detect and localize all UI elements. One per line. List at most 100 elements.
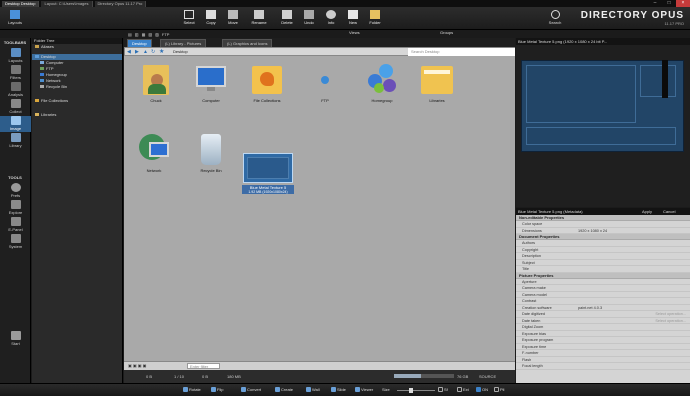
tree-item-libraries[interactable]: Libraries [32, 112, 122, 118]
view-icon[interactable]: ▥ [135, 32, 139, 37]
search-button[interactable]: Search [543, 9, 567, 28]
meta-key: Flash [522, 357, 532, 362]
meta-value[interactable] [578, 279, 690, 285]
pil-toggle[interactable]: Pil [494, 387, 504, 393]
undo-button[interactable]: Undo [298, 9, 320, 28]
meta-value[interactable] [578, 357, 690, 363]
meta-value[interactable]: Select operation... [578, 311, 690, 317]
new-button[interactable]: New [342, 9, 364, 28]
rename-button[interactable]: Rename [248, 9, 270, 28]
groups-button[interactable]: Groups [440, 30, 453, 38]
ext-toggle[interactable]: Ext [457, 387, 469, 393]
layouts-button[interactable]: Layouts [2, 9, 28, 28]
status-selected: 0 B [202, 374, 209, 379]
meta-value[interactable] [578, 344, 690, 350]
window-tab[interactable]: Desktop Desktop [2, 0, 40, 7]
delete-button[interactable]: Delete [276, 9, 298, 28]
slider-handle[interactable] [409, 388, 413, 393]
wallpaper-icon [306, 387, 311, 393]
wallpaper-button[interactable]: Wall [306, 387, 320, 393]
meta-value: 1920 x 1080 x 24 [578, 228, 608, 233]
info-button[interactable]: Info [320, 9, 342, 28]
sidebar-item-collect[interactable]: Collect [0, 99, 31, 115]
window-tab[interactable]: Directory Opus 11.17 Pro [94, 0, 147, 7]
sidebar-item-analysis[interactable]: Analysis [0, 82, 31, 98]
meta-value[interactable] [578, 285, 690, 291]
star-icon[interactable]: ★ [159, 48, 164, 55]
image-toolbar: Rotate Flip Convert Create Wall Slide Vi… [0, 383, 690, 396]
sidebar-item-filters[interactable]: Filters [0, 65, 31, 81]
flip-button[interactable]: Flip [211, 387, 223, 393]
meta-value[interactable] [578, 253, 690, 259]
create-button[interactable]: Create [275, 387, 293, 393]
sidebar-item-library[interactable]: Library [0, 133, 31, 149]
tab-desktop[interactable]: Desktop [127, 39, 152, 47]
file-item[interactable]: Computer [186, 62, 236, 103]
move-button[interactable]: Move [222, 9, 244, 28]
views-button[interactable]: Views [349, 30, 360, 38]
file-name: Network [146, 168, 162, 173]
filter-input[interactable]: Enter filter [187, 363, 220, 369]
meta-value[interactable] [578, 247, 690, 253]
file-item[interactable]: File Collections [242, 62, 292, 103]
file-item[interactable]: Homegroup [357, 62, 407, 103]
meta-value[interactable] [578, 363, 690, 369]
sidebar-item-image[interactable]: Image [0, 116, 31, 132]
file-item[interactable]: Blue Metal Texture 5 1.92 MB (1920x1080x… [242, 153, 294, 194]
meta-value[interactable]: Select operation... [578, 318, 690, 324]
meta-value[interactable] [578, 266, 690, 272]
meta-value[interactable] [578, 298, 690, 304]
sidebar-item-prefs[interactable]: Prefs [0, 183, 31, 199]
meta-value[interactable]: paint.net 4.0.3 [578, 305, 690, 311]
tab-library-pictures[interactable]: (L) Library - Pictures [160, 39, 207, 47]
select-button[interactable]: Select [178, 9, 200, 28]
up-icon[interactable]: ▲ [143, 49, 148, 55]
window-tab[interactable]: Layout: C:\Users\Images [41, 0, 93, 7]
sidebar-item-explore[interactable]: Explore [0, 200, 31, 216]
forward-icon[interactable]: ▶ [135, 49, 139, 55]
back-icon[interactable]: ◀ [127, 49, 131, 55]
refresh-icon[interactable]: ↻ [151, 49, 155, 55]
meta-value[interactable] [578, 292, 690, 298]
cancel-button[interactable]: Cancel [663, 208, 675, 215]
filter-icon [10, 65, 21, 74]
convert-button[interactable]: Convert [241, 387, 261, 393]
copy-label: Copy [206, 20, 216, 25]
view-icon[interactable]: ▦ [142, 32, 146, 37]
view-icon[interactable]: ▧ [148, 32, 152, 37]
viewer-button[interactable]: Viewer [355, 387, 373, 393]
sidebar-item-system[interactable]: System [0, 234, 31, 250]
close-button[interactable]: × [676, 0, 690, 7]
view-icon[interactable]: ▤ [128, 32, 132, 37]
copy-button[interactable]: Copy [200, 9, 222, 28]
tab-graphics-icons[interactable]: (L) Graphics and Icons [222, 39, 273, 47]
sidebar-item-layouts[interactable]: Layouts [0, 48, 31, 64]
file-item[interactable]: Network [129, 132, 179, 173]
file-item[interactable]: FTP [300, 62, 350, 103]
meta-value[interactable] [578, 331, 690, 337]
path-field[interactable]: Desktop [173, 48, 188, 56]
apply-button[interactable]: Apply [642, 208, 652, 215]
meta-value[interactable] [578, 240, 690, 246]
meta-value[interactable] [578, 350, 690, 356]
file-item[interactable]: Chuck [131, 62, 181, 103]
minimize-button[interactable]: – [648, 0, 662, 7]
view-icon[interactable]: ▨ [155, 32, 159, 37]
on-toggle[interactable]: ON [476, 387, 488, 393]
ftp-button[interactable]: FTP [162, 32, 170, 37]
sidebar-item-epanel[interactable]: E-Panel [0, 217, 31, 233]
file-item[interactable]: Libraries [412, 62, 462, 103]
sidebar-item-start[interactable]: Start [0, 331, 31, 347]
new-folder-button[interactable]: Folder [364, 9, 386, 28]
rotate-button[interactable]: Rotate [183, 387, 201, 393]
file-item[interactable]: Recycle Bin [186, 132, 236, 173]
size-slider[interactable] [397, 388, 435, 393]
search-input[interactable]: Search Desktop [408, 48, 515, 56]
meta-value[interactable] [578, 324, 690, 330]
sf-toggle[interactable]: Sf [438, 387, 448, 393]
meta-value[interactable] [578, 260, 690, 266]
slideshow-button[interactable]: Slide [331, 387, 346, 393]
maximize-button[interactable]: □ [662, 0, 676, 7]
meta-row[interactable]: Focal length [516, 363, 690, 370]
meta-value[interactable] [578, 337, 690, 343]
